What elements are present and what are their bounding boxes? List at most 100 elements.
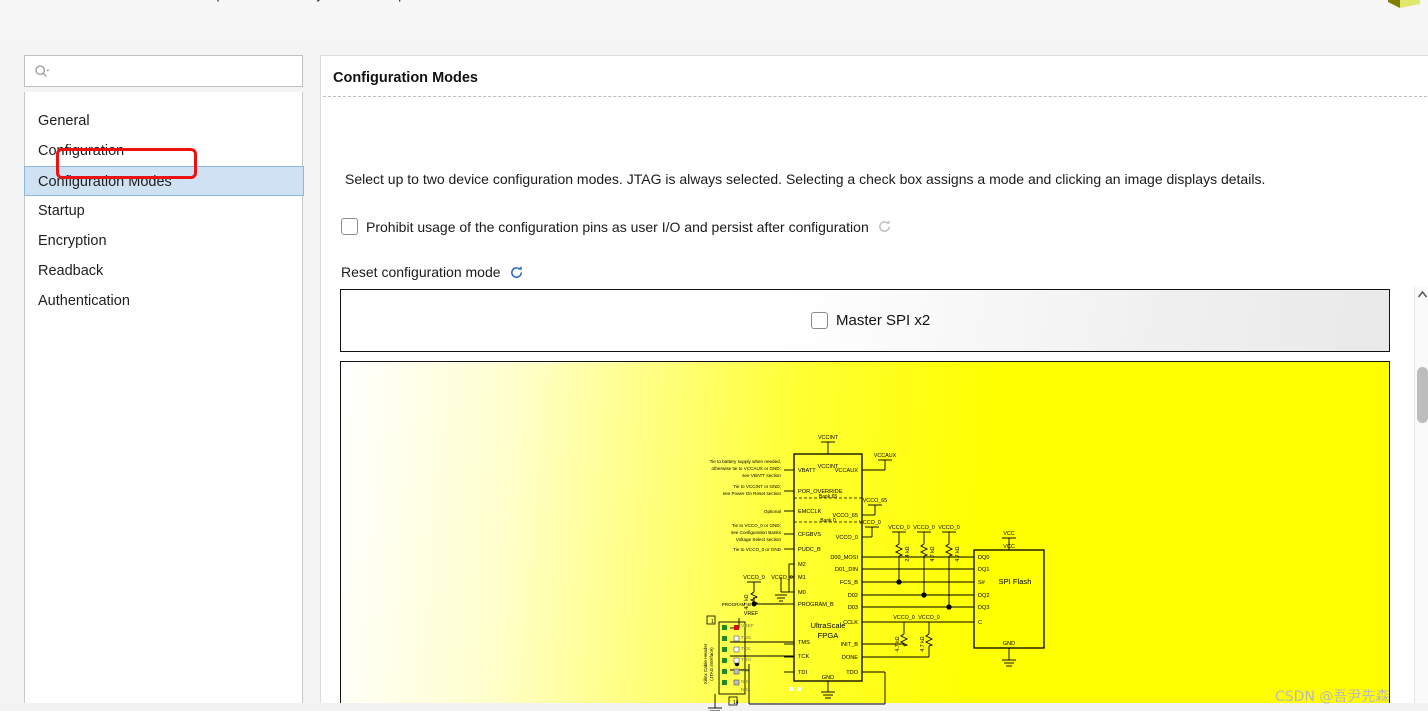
svg-text:Tie to VCCO_0 or GND: Tie to VCCO_0 or GND — [733, 547, 782, 552]
refresh-icon[interactable] — [877, 219, 892, 234]
svg-text:DQ3: DQ3 — [978, 605, 990, 611]
svg-text:4.7 kΩ: 4.7 kΩ — [955, 546, 961, 561]
svg-text:TDO: TDO — [846, 670, 858, 676]
svg-text:VCCO_0: VCCO_0 — [888, 525, 910, 531]
svg-text:4.7 kΩ: 4.7 kΩ — [920, 636, 926, 651]
modes-scrollbar[interactable] — [1414, 287, 1428, 711]
sidebar-nav-list: General Configuration Configuration Mode… — [24, 92, 304, 710]
refresh-icon[interactable] — [509, 265, 524, 280]
svg-text:SPI Flash: SPI Flash — [999, 577, 1032, 586]
sidebar-item-label: General — [38, 113, 90, 129]
prohibit-pins-row[interactable]: Prohibit usage of the configuration pins… — [341, 218, 892, 235]
sidebar-item-label: Configuration — [38, 143, 125, 159]
panel-description: Select up to two device configuration mo… — [345, 171, 1266, 187]
svg-text:Voltage Select section: Voltage Select section — [736, 537, 782, 542]
svg-text:FCS_B: FCS_B — [840, 580, 858, 586]
svg-text:FPGA: FPGA — [818, 631, 840, 640]
reset-configuration-mode-row[interactable]: Reset configuration mode — [341, 264, 524, 280]
page-title: Configuration Modes — [333, 70, 478, 86]
sidebar-item-label: Readback — [38, 263, 104, 279]
svg-text:VCCO_0: VCCO_0 — [913, 525, 935, 531]
watermark: CSDN @吾尹先森 — [1275, 689, 1390, 705]
sidebar-item-general[interactable]: General — [25, 106, 302, 136]
configuration-modes-list[interactable]: Master SPI x2 VCCINT VCCAUX VCCO_65 VCCO… — [337, 287, 1413, 711]
svg-text:M1: M1 — [798, 575, 806, 581]
sidebar-item-readback[interactable]: Readback — [25, 256, 302, 286]
chevron-up-icon[interactable] — [1415, 287, 1428, 303]
mode-x2-label: Master SPI x2 — [836, 312, 931, 329]
sidebar-item-label: Encryption — [38, 233, 107, 249]
svg-text:VCC: VCC — [1003, 544, 1015, 550]
svg-text:GND: GND — [1003, 641, 1015, 647]
sidebar-item-label: Authentication — [38, 293, 130, 309]
svg-text:DQ1: DQ1 — [978, 567, 990, 573]
svg-text:VCCO_65: VCCO_65 — [863, 498, 888, 504]
mode-card-master-spi-x4[interactable]: VCCINT VCCAUX VCCO_65 VCCO_0 VCCO_0 VCCO… — [340, 361, 1390, 711]
svg-text:D01_DIN: D01_DIN — [835, 567, 858, 573]
search-icon — [35, 65, 50, 77]
sidebar-item-encryption[interactable]: Encryption — [25, 226, 302, 256]
configuration-modes-panel: Configuration Modes Select up to two dev… — [320, 55, 1428, 711]
svg-text:VREF: VREF — [741, 623, 754, 629]
menu-bar-cropped: File Edit Flow Tools Reports Window Layo… — [0, 0, 1428, 40]
svg-text:VCCO_0: VCCO_0 — [859, 520, 881, 526]
svg-text:VCCO_0: VCCO_0 — [771, 575, 793, 581]
mode-x2-checkbox[interactable] — [811, 312, 828, 329]
application-window: File Edit Flow Tools Reports Window Layo… — [0, 0, 1428, 711]
svg-text:PUDC_B: PUDC_B — [798, 547, 821, 553]
ultrascale-spi-flash-schematic[interactable]: VCCINT VCCAUX VCCO_65 VCCO_0 VCCO_0 VCCO… — [689, 432, 1049, 711]
search-box[interactable] — [24, 55, 303, 88]
svg-text:VCCAUX: VCCAUX — [835, 468, 859, 474]
svg-text:14: 14 — [733, 700, 739, 706]
svg-text:PROGRAM_B: PROGRAM_B — [798, 602, 834, 608]
svg-text:VCCAUX: VCCAUX — [874, 453, 897, 459]
svg-text:see VBATT section: see VBATT section — [742, 473, 781, 478]
svg-text:DQ0: DQ0 — [978, 555, 990, 561]
svg-text:D02: D02 — [848, 593, 858, 599]
mode-card-master-spi-x2[interactable]: Master SPI x2 — [340, 289, 1390, 352]
svg-text:S#: S# — [978, 580, 986, 586]
menu-bar-text: File Edit Flow Tools Reports Window Layo… — [80, 0, 406, 2]
svg-text:M2: M2 — [798, 562, 806, 568]
mode-x2-checkbox-row[interactable]: Master SPI x2 — [811, 312, 930, 329]
svg-text:CFGBVS: CFGBVS — [798, 532, 821, 538]
svg-text:Tie to VCCO_0 or GND;: Tie to VCCO_0 or GND; — [732, 523, 781, 528]
sidebar-item-configuration[interactable]: Configuration — [25, 136, 302, 166]
svg-text:D00_MOSI: D00_MOSI — [830, 555, 858, 561]
svg-text:TCK: TCK — [741, 646, 751, 652]
svg-text:VCCO_0: VCCO_0 — [743, 575, 765, 581]
svg-text:DQ2: DQ2 — [978, 593, 990, 599]
svg-text:C: C — [978, 620, 982, 626]
svg-text:GND: GND — [822, 675, 834, 681]
svg-text:N.C.: N.C. — [741, 679, 751, 685]
scrollbar-thumb[interactable] — [1417, 367, 1428, 423]
svg-text:4.7 kΩ: 4.7 kΩ — [895, 636, 901, 651]
sidebar-item-authentication[interactable]: Authentication — [25, 286, 302, 316]
svg-text:1: 1 — [711, 619, 714, 625]
svg-text:VCCO_65: VCCO_65 — [833, 513, 859, 519]
svg-text:VCCO_0: VCCO_0 — [918, 615, 940, 621]
svg-text:Tie to battery supply when nee: Tie to battery supply when needed, — [710, 459, 781, 464]
search-input[interactable] — [55, 56, 299, 88]
svg-text:EMCCLK: EMCCLK — [798, 509, 822, 515]
svg-text:VREF: VREF — [744, 611, 759, 617]
svg-text:TDO: TDO — [741, 657, 751, 663]
title-separator — [323, 96, 1427, 97]
svg-text:see Configuration Banks: see Configuration Banks — [731, 530, 782, 535]
svg-text:Bank 0: Bank 0 — [820, 518, 836, 524]
svg-text:otherwise tie to VCCAUX or GND: otherwise tie to VCCAUX or GND; — [712, 466, 781, 471]
sidebar-item-startup[interactable]: Startup — [25, 196, 302, 226]
sidebar-item-configuration-modes[interactable]: Configuration Modes — [24, 166, 304, 196]
svg-text:VCCINT: VCCINT — [818, 435, 839, 441]
svg-text:TDI: TDI — [798, 670, 807, 676]
xilinx-logo-icon — [1388, 0, 1420, 8]
svg-text:N.C.: N.C. — [741, 687, 751, 693]
svg-text:UltraScale: UltraScale — [810, 621, 845, 630]
svg-text:VCC: VCC — [1003, 531, 1014, 537]
svg-text:VCCO_0: VCCO_0 — [836, 535, 858, 541]
svg-text:TDI: TDI — [741, 668, 749, 674]
sidebar-item-label: Configuration Modes — [38, 174, 172, 190]
prohibit-pins-checkbox[interactable] — [341, 218, 358, 235]
svg-text:M0: M0 — [798, 590, 806, 596]
prohibit-pins-label: Prohibit usage of the configuration pins… — [366, 218, 869, 235]
